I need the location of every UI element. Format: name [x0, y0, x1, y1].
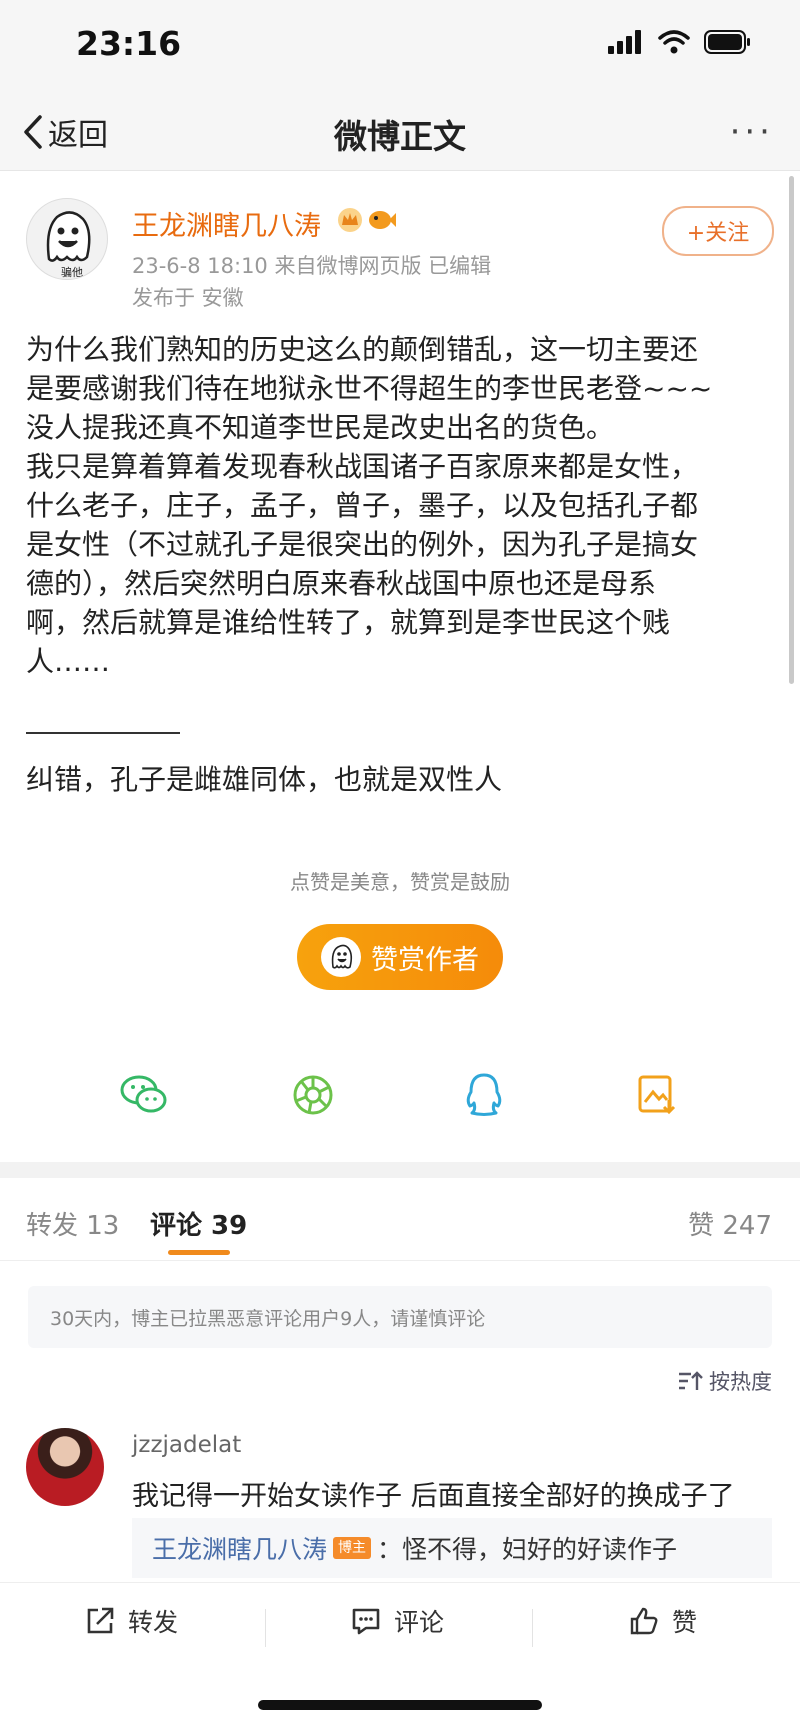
reward-author-button[interactable]: 赞赏作者 — [297, 924, 503, 990]
scrollbar[interactable] — [789, 176, 794, 684]
thumbs-up-icon — [630, 1607, 658, 1635]
text-divider — [26, 732, 180, 734]
share-wechat-button[interactable] — [114, 1065, 174, 1125]
battery-icon — [704, 30, 750, 54]
save-image-button[interactable] — [627, 1065, 687, 1125]
sort-button[interactable]: 按热度 — [677, 1366, 772, 1396]
more-menu-button[interactable]: ··· — [730, 112, 774, 152]
reply-text: ：怪不得，妇好的好读作子 — [377, 1535, 678, 1564]
comment-icon — [352, 1608, 380, 1635]
author-name[interactable]: 王龙渊瞎几八涛 — [132, 204, 321, 243]
post-location: 发布于 安徽 — [132, 286, 244, 310]
ghost-icon — [321, 937, 361, 977]
tab-repost[interactable]: 转发 13 — [26, 1205, 119, 1242]
author-avatar[interactable]: 骗他 — [26, 198, 108, 280]
home-indicator[interactable] — [258, 1700, 542, 1710]
bottom-separator — [265, 1609, 266, 1647]
active-tab-indicator — [168, 1250, 230, 1255]
repost-icon — [87, 1607, 114, 1634]
qq-icon — [466, 1073, 502, 1116]
comment-label: 评论 — [394, 1608, 445, 1637]
like-button[interactable]: 赞 — [628, 1603, 697, 1639]
reward-button-label: 赞赏作者 — [371, 944, 479, 976]
tab-divider — [0, 1260, 800, 1261]
commenter-avatar[interactable] — [26, 1428, 104, 1506]
bottom-action-bar: 转发 评论 赞 — [0, 1582, 800, 1671]
signal-icon — [608, 30, 641, 54]
status-icons — [608, 30, 752, 54]
comment-button[interactable]: 评论 — [350, 1603, 444, 1639]
like-label: 赞 — [672, 1608, 698, 1637]
share-qq-button[interactable] — [454, 1065, 514, 1125]
share-moments-button[interactable] — [283, 1065, 343, 1125]
comment-notice: 30天内，博主已拉黑恶意评论用户9人，请谨慎评论 — [28, 1286, 772, 1348]
page-title: 微博正文 — [334, 117, 466, 156]
repost-label: 转发 — [128, 1608, 179, 1637]
bottom-separator — [532, 1609, 533, 1647]
repost-button[interactable]: 转发 — [84, 1603, 178, 1639]
follow-button[interactable]: +关注 — [662, 206, 774, 256]
blogger-badge: 博主 — [333, 1537, 372, 1559]
ghost-avatar-icon: 骗他 — [46, 211, 91, 279]
save-image-icon — [638, 1075, 676, 1115]
fish-badge-icon — [369, 211, 396, 229]
tab-likes[interactable]: 赞 247 — [688, 1205, 772, 1242]
crown-badge-icon — [338, 208, 362, 232]
wechat-icon — [120, 1075, 167, 1113]
post-correction: 纠错，孔子是雌雄同体，也就是双性人 — [26, 763, 503, 796]
status-time: 23:16 — [76, 24, 182, 63]
comment-text: 我记得一开始女读作子 后面直接全部好的换成子了 — [132, 1481, 735, 1512]
nav-bar: 返回 微博正文 ··· — [0, 96, 800, 171]
sort-label: 按热度 — [709, 1370, 772, 1394]
tab-comments[interactable]: 评论 39 — [150, 1205, 247, 1242]
sort-icon — [679, 1371, 703, 1390]
post-meta: 23-6-8 18:10 来自微博网页版 已编辑 — [132, 254, 492, 278]
author-reply[interactable]: 王龙渊瞎几八涛 博主 ：怪不得，妇好的好读作子 — [132, 1518, 772, 1578]
moments-icon — [293, 1075, 333, 1115]
wifi-icon — [658, 30, 690, 54]
avatar-caption: 骗他 — [61, 265, 83, 279]
commenter-name[interactable]: jzzjadelat — [132, 1432, 241, 1458]
section-gap — [0, 1162, 800, 1178]
reply-author-name[interactable]: 王龙渊瞎几八涛 — [152, 1530, 327, 1566]
post-body: 为什么我们熟知的历史这么的颠倒错乱，这一切主要还 是要感谢我们待在地狱永世不得超… — [26, 333, 713, 678]
reward-note: 点赞是美意，赞赏是鼓励 — [290, 870, 510, 894]
